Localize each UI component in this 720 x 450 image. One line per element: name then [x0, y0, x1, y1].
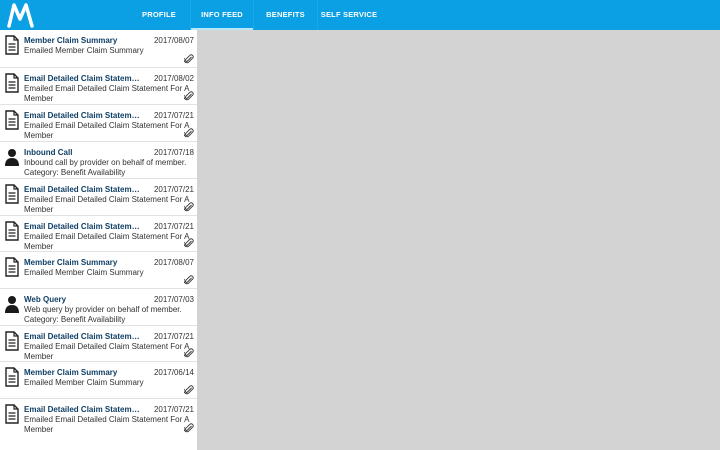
feed-item[interactable]: Email Detailed Claim Statement... 2017/0… — [0, 326, 197, 362]
feed-item[interactable]: Member Claim Summary 2017/08/07 Emailed … — [0, 30, 197, 68]
paperclip-icon[interactable] — [184, 423, 194, 433]
info-feed-list[interactable]: Member Claim Summary 2017/08/07 Emailed … — [0, 30, 197, 450]
feed-item-date: 2017/07/21 — [153, 185, 194, 194]
feed-item-date: 2017/08/07 — [153, 258, 194, 267]
tab-self-service[interactable]: SELF SERVICE — [318, 0, 380, 30]
feed-item[interactable]: Email Detailed Claim Statement... 2017/0… — [0, 179, 197, 216]
document-icon — [5, 73, 19, 93]
feed-item-description: Web query by provider on behalf of membe… — [24, 305, 182, 324]
feed-item-title: Member Claim Summary — [24, 36, 118, 45]
feed-item-date: 2017/08/07 — [153, 36, 194, 45]
paperclip-icon[interactable] — [184, 385, 194, 395]
feed-item-description: Emailed Email Detailed Claim Statement F… — [24, 232, 189, 251]
feed-item-date: 2017/08/02 — [153, 74, 194, 83]
feed-item-title: Email Detailed Claim Statement... — [24, 111, 144, 120]
document-icon — [5, 221, 19, 241]
paperclip-icon[interactable] — [184, 91, 194, 101]
feed-item-description: Emailed Email Detailed Claim Statement F… — [24, 195, 189, 214]
document-icon — [5, 257, 19, 277]
feed-item-description: Inbound call by provider on behalf of me… — [24, 158, 187, 177]
feed-item-date: 2017/07/21 — [153, 111, 194, 120]
feed-item-title: Web Query — [24, 295, 67, 304]
feed-item-title: Email Detailed Claim Statement... — [24, 332, 144, 341]
document-icon — [5, 110, 19, 130]
feed-item-date: 2017/07/21 — [153, 405, 194, 414]
feed-item-date: 2017/06/14 — [153, 368, 194, 377]
feed-item[interactable]: Web Query 2017/07/03 Web query by provid… — [0, 289, 197, 326]
feed-item[interactable]: Email Detailed Claim Statement... 2017/0… — [0, 105, 197, 142]
feed-item-title: Email Detailed Claim Statement... — [24, 222, 144, 231]
feed-item-date: 2017/07/18 — [153, 148, 194, 157]
feed-item-description: Emailed Email Detailed Claim Statement F… — [24, 342, 189, 361]
feed-item-date: 2017/07/21 — [153, 222, 194, 231]
document-icon — [5, 184, 19, 204]
document-icon — [5, 404, 19, 424]
feed-item-title: Email Detailed Claim Statement... — [24, 405, 144, 414]
tab-benefits[interactable]: BENEFITS — [254, 0, 317, 30]
feed-item[interactable]: Email Detailed Claim Statement... 2017/0… — [0, 216, 197, 252]
feed-item[interactable]: Member Claim Summary 2017/06/14 Emailed … — [0, 362, 197, 399]
feed-item[interactable]: Member Claim Summary 2017/08/07 Emailed … — [0, 252, 197, 289]
tab-profile[interactable]: PROFILE — [128, 0, 190, 30]
feed-item-title: Email Detailed Claim Statement... — [24, 185, 144, 194]
feed-item-description: Emailed Member Claim Summary — [24, 268, 144, 277]
feed-item-title: Inbound Call — [24, 148, 73, 157]
feed-item[interactable]: Email Detailed Claim Statement... 2017/0… — [0, 68, 197, 105]
paperclip-icon[interactable] — [184, 275, 194, 285]
feed-item-description: Emailed Email Detailed Claim Statement F… — [24, 121, 189, 140]
tab-info-feed[interactable]: INFO FEED — [191, 0, 253, 30]
feed-item-title: Member Claim Summary — [24, 258, 118, 267]
feed-item[interactable]: Inbound Call 2017/07/18 Inbound call by … — [0, 142, 197, 179]
feed-item-date: 2017/07/21 — [153, 332, 194, 341]
document-icon — [5, 331, 19, 351]
document-icon — [5, 35, 19, 55]
paperclip-icon[interactable] — [184, 238, 194, 248]
feed-item-description: Emailed Member Claim Summary — [24, 46, 144, 55]
paperclip-icon[interactable] — [184, 348, 194, 358]
person-icon — [5, 296, 19, 313]
m-logo-icon[interactable] — [5, 1, 37, 29]
person-icon — [5, 149, 19, 166]
paperclip-icon[interactable] — [184, 54, 194, 64]
feed-item-description: Emailed Email Detailed Claim Statement F… — [24, 415, 189, 434]
detail-pane — [197, 30, 720, 450]
feed-item-title: Member Claim Summary — [24, 368, 118, 377]
paperclip-icon[interactable] — [184, 128, 194, 138]
feed-item-date: 2017/07/03 — [153, 295, 194, 304]
document-icon — [5, 367, 19, 387]
feed-item-description: Emailed Email Detailed Claim Statement F… — [24, 84, 189, 103]
feed-item[interactable]: Email Detailed Claim Statement... 2017/0… — [0, 399, 197, 450]
top-nav-bar: PROFILE INFO FEED BENEFITS SELF SERVICE — [0, 0, 720, 30]
feed-item-description: Emailed Member Claim Summary — [24, 378, 144, 387]
feed-item-title: Email Detailed Claim Statement... — [24, 74, 144, 83]
paperclip-icon[interactable] — [184, 202, 194, 212]
